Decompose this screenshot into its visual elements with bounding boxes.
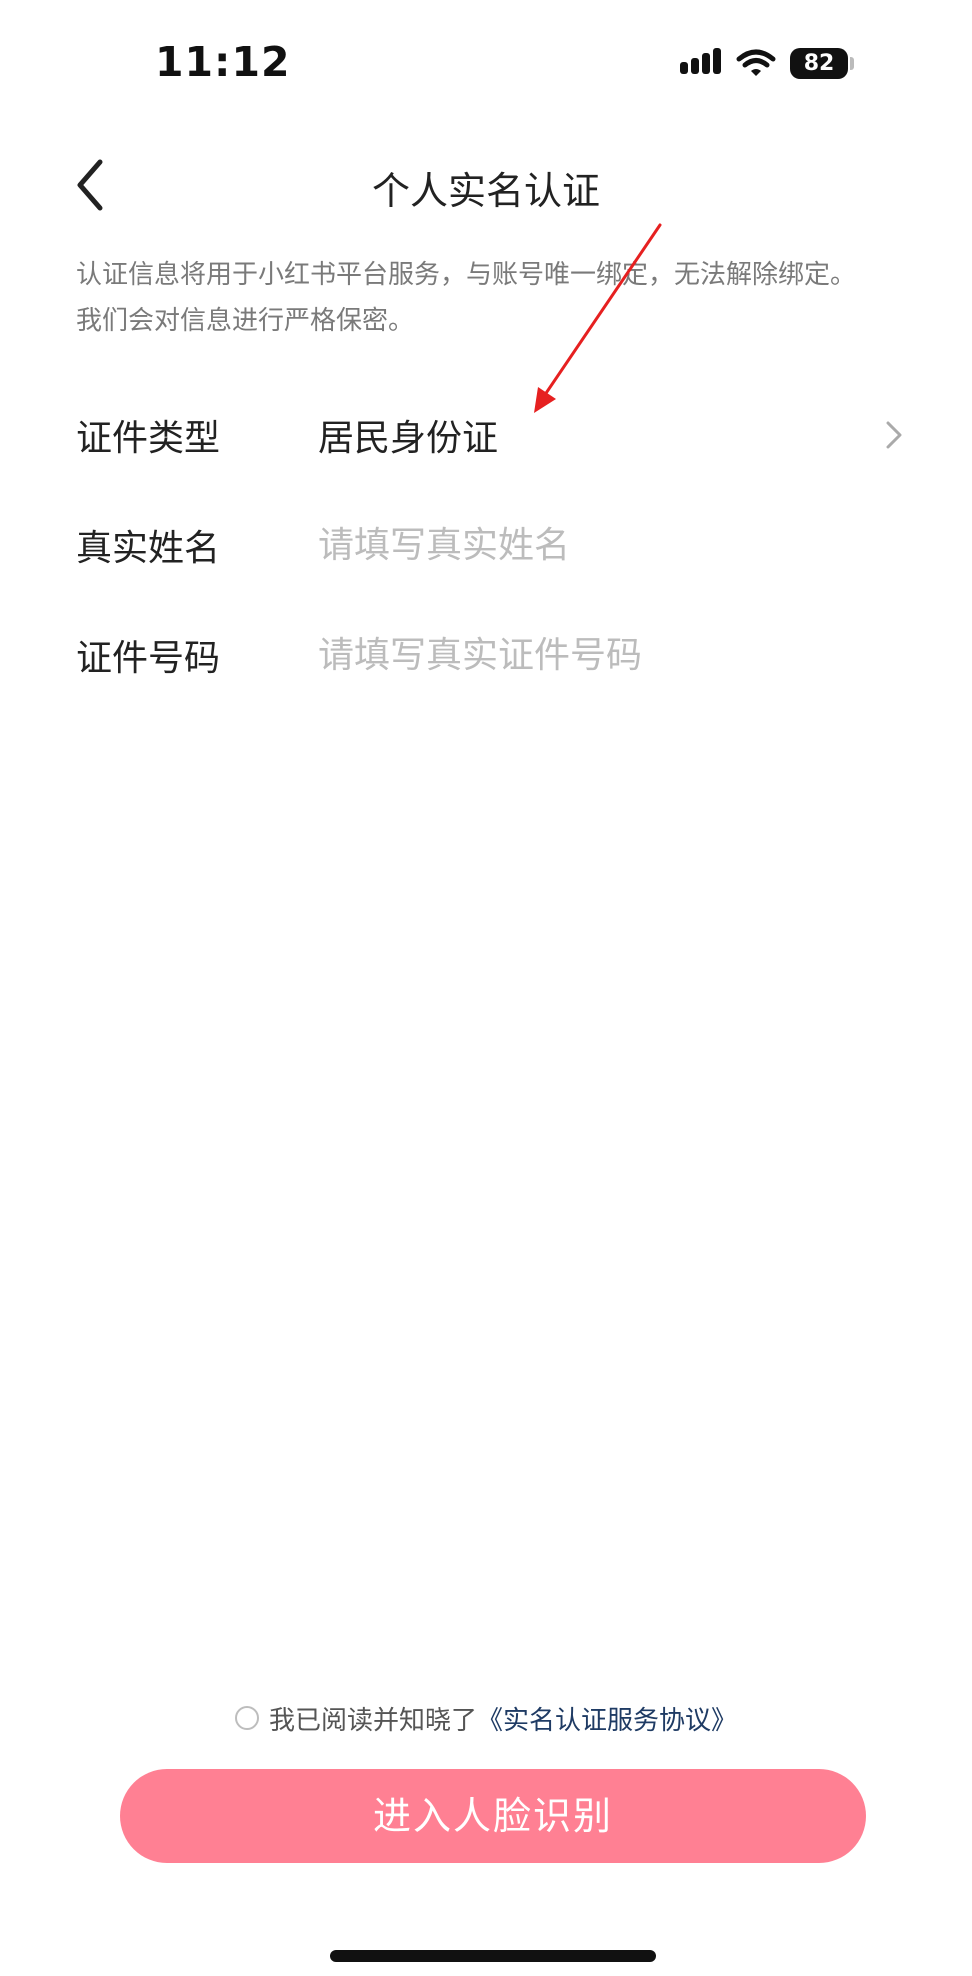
status-time: 11:12 [155,38,291,86]
notice-line-2: 我们会对信息进行严格保密。 [76,306,415,336]
real-name-label: 真实姓名 [76,528,221,569]
id-type-row[interactable]: 证件类型 居民身份证 [76,400,906,470]
notice-text: 认证信息将用于小红书平台服务，与账号唯一绑定，无法解除绑定。 我们会对信息进行严… [76,252,906,344]
id-type-label: 证件类型 [76,418,221,459]
agree-checkbox[interactable] [234,1706,259,1730]
face-recognition-button[interactable]: 进入人脸识别 [120,1769,866,1863]
id-number-row: 证件号码 [76,620,906,690]
id-number-input[interactable] [318,634,906,676]
nav-header: 个人实名认证 [0,140,972,230]
agreement: 我已阅读并知晓了 《实名认证服务协议》 [0,1696,972,1740]
annotation-arrow-icon [534,223,662,413]
agreement-link[interactable]: 《实名认证服务协议》 [477,1700,737,1737]
page-title: 个人实名认证 [371,169,600,213]
id-number-label: 证件号码 [76,638,221,679]
wifi-icon [736,49,776,76]
agree-text: 我已阅读并知晓了 [268,1705,477,1736]
battery-icon: 82 [790,47,854,79]
chevron-right-icon [886,421,902,449]
home-indicator [330,1950,656,1962]
real-name-row: 真实姓名 [76,510,906,580]
signal-icon [680,48,721,74]
notice-line-1: 认证信息将用于小红书平台服务，与账号唯一绑定，无法解除绑定。 [76,260,857,290]
status-bar: 11:12 82 [0,0,972,120]
battery-level: 82 [803,50,835,76]
real-name-input[interactable] [318,524,906,566]
status-icons: 82 [680,46,854,80]
id-type-value[interactable]: 居民身份证 [318,409,498,461]
